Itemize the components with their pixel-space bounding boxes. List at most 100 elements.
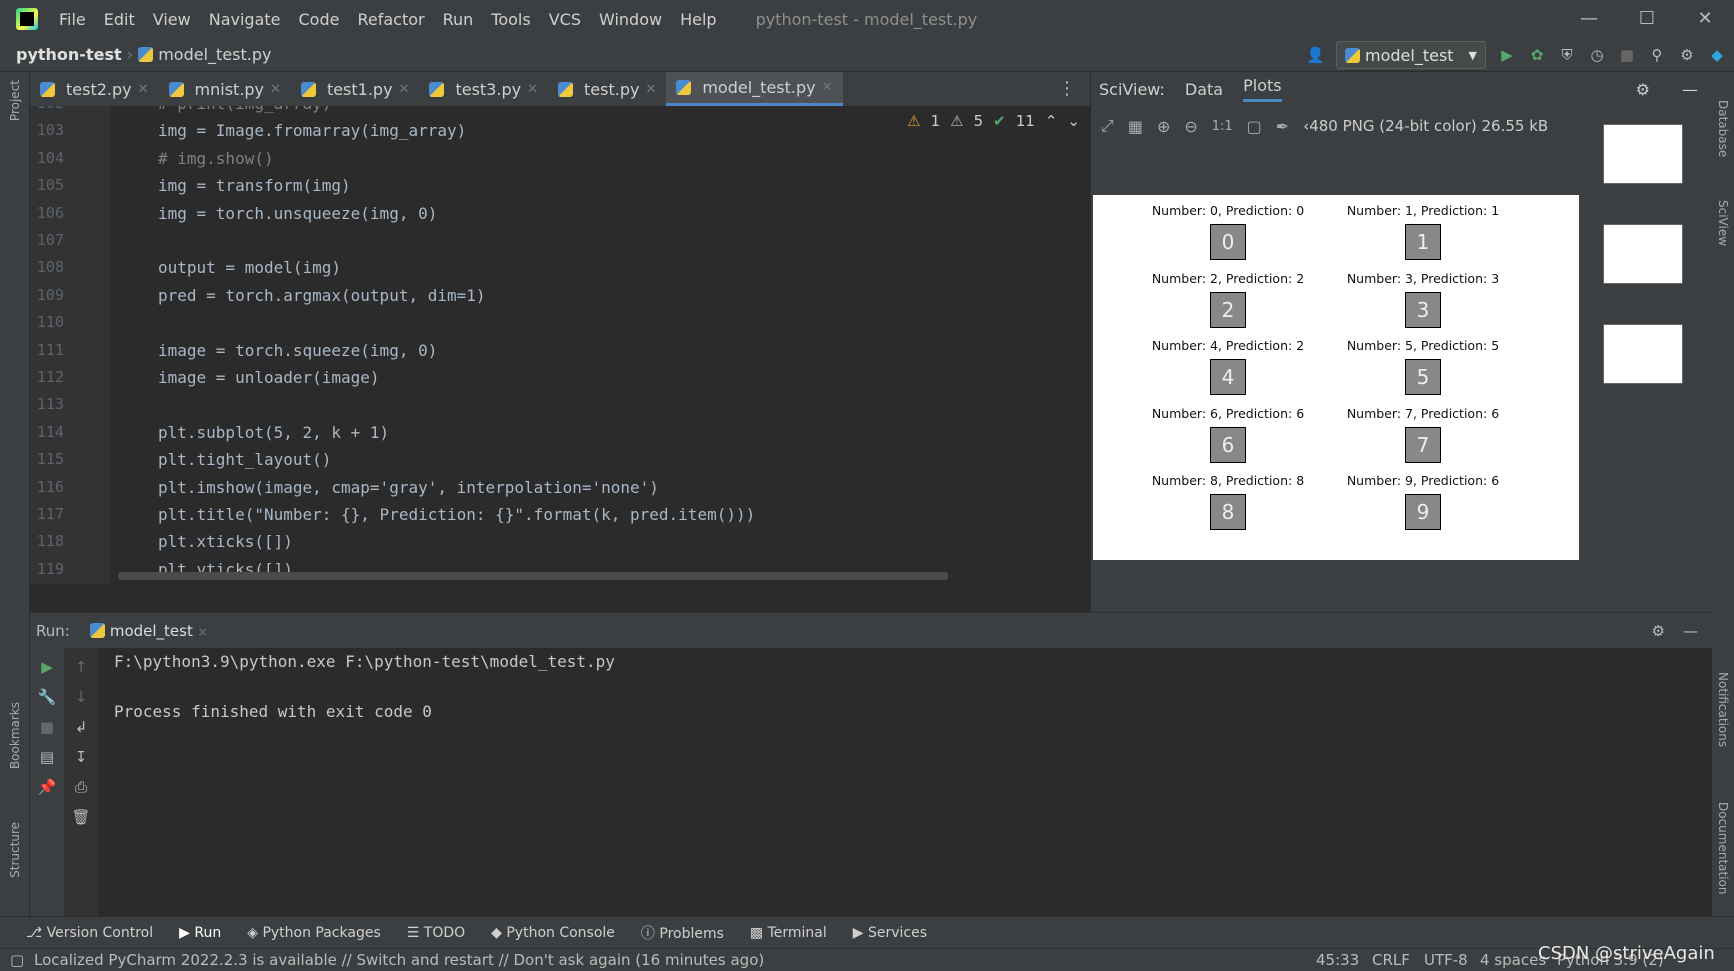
layout-icon[interactable]: ▤ xyxy=(30,748,64,766)
sciview-tool-tab[interactable]: SciView xyxy=(1716,200,1730,246)
status-panel-icon[interactable]: ▢ xyxy=(10,951,24,969)
notifications-tool-tab[interactable]: Notifications xyxy=(1716,672,1730,747)
code-line[interactable]: 117 plt.title("Number: {}, Prediction: {}… xyxy=(30,505,1090,532)
arrow-up-icon[interactable]: ↑ xyxy=(64,658,98,676)
run-icon[interactable]: ▶ xyxy=(1498,46,1516,64)
menu-file[interactable]: File xyxy=(50,10,95,29)
menu-run[interactable]: Run xyxy=(434,10,483,29)
chevron-up-icon[interactable]: ⌃ xyxy=(1045,112,1058,130)
settings-icon[interactable]: ⚙ xyxy=(1636,80,1662,99)
code-line[interactable]: 109 pred = torch.argmax(output, dim=1) xyxy=(30,286,1090,313)
hide-icon[interactable]: — xyxy=(1682,80,1712,99)
code-line[interactable]: 111 image = torch.squeeze(img, 0) xyxy=(30,341,1090,368)
status-message[interactable]: Localized PyCharm 2022.2.3 is available … xyxy=(34,951,764,969)
maximize-icon[interactable]: ☐ xyxy=(1618,0,1676,38)
line-separator[interactable]: CRLF xyxy=(1372,951,1410,969)
code-line[interactable]: 108 output = model(img) xyxy=(30,258,1090,285)
tab-mnist[interactable]: mnist.py ✕ xyxy=(159,72,291,106)
tab-test1[interactable]: test1.py ✕ xyxy=(291,72,420,106)
menu-vcs[interactable]: VCS xyxy=(540,10,590,29)
python-packages-tab[interactable]: ◈ Python Packages xyxy=(247,925,381,941)
code-line[interactable]: 113 xyxy=(30,395,1090,422)
print-icon[interactable]: ⎙ xyxy=(64,778,98,796)
code-line[interactable]: 105 img = transform(img) xyxy=(30,176,1090,203)
coverage-icon[interactable]: ⛨ xyxy=(1558,46,1576,64)
debug-icon[interactable]: ✿ xyxy=(1528,46,1546,64)
tab-model-test[interactable]: model_test.py ✕ xyxy=(666,72,843,106)
code-line[interactable]: 110 xyxy=(30,313,1090,340)
close-tab-icon[interactable]: × xyxy=(198,625,208,639)
menu-view[interactable]: View xyxy=(144,10,200,29)
plot-thumbnail-2[interactable] xyxy=(1603,224,1683,284)
version-control-tab[interactable]: ⎇ Version Control xyxy=(26,925,153,941)
run-config-dropdown[interactable]: model_test ▼ xyxy=(1336,41,1486,69)
code-line[interactable]: 115 plt.tight_layout() xyxy=(30,450,1090,477)
zoom-in-icon[interactable]: ⊕ xyxy=(1157,117,1170,136)
code-editor[interactable]: 102 # print(img_array) 103 img = Image.from… xyxy=(30,106,1090,584)
code-line[interactable]: 104 # img.show() xyxy=(30,149,1090,176)
color-picker-icon[interactable]: ✒ xyxy=(1276,117,1289,136)
minimize-icon[interactable]: — xyxy=(1560,0,1618,38)
close-tab-icon[interactable]: ✕ xyxy=(399,82,410,97)
file-encoding[interactable]: UTF-8 xyxy=(1424,951,1468,969)
stop-icon[interactable]: ■ xyxy=(30,718,64,736)
tab-test2[interactable]: test2.py ✕ xyxy=(30,72,159,106)
terminal-tab[interactable]: ▩ Terminal xyxy=(750,925,827,941)
search-icon[interactable]: ⚲ xyxy=(1648,46,1666,64)
zoom-out-icon[interactable]: ⊖ xyxy=(1184,117,1197,136)
grid-icon[interactable]: ▦ xyxy=(1128,117,1143,136)
actual-size-icon[interactable]: 1:1 xyxy=(1212,119,1233,134)
code-line[interactable]: 112 image = unloader(image) xyxy=(30,368,1090,395)
problems-tab[interactable]: ⓘ Problems xyxy=(641,923,724,943)
documentation-tool-tab[interactable]: Documentation xyxy=(1716,802,1730,895)
settings-icon[interactable]: ⚙ xyxy=(1678,46,1696,64)
breadcrumb-project[interactable]: python-test xyxy=(16,45,122,64)
horizontal-scrollbar[interactable] xyxy=(118,572,948,580)
menu-navigate[interactable]: Navigate xyxy=(200,10,290,29)
close-tab-icon[interactable]: ✕ xyxy=(270,82,281,97)
hide-icon[interactable]: — xyxy=(1683,622,1698,640)
close-icon[interactable]: ✕ xyxy=(1676,0,1734,38)
caret-position[interactable]: 45:33 xyxy=(1316,951,1359,969)
tab-plots[interactable]: Plots xyxy=(1243,76,1282,102)
close-tab-icon[interactable]: ✕ xyxy=(822,80,833,95)
code-line[interactable]: 116 plt.imshow(image, cmap='gray', interp… xyxy=(30,478,1090,505)
breadcrumb-file[interactable]: model_test.py xyxy=(158,45,271,64)
pin-icon[interactable]: 📌 xyxy=(30,778,64,796)
code-line[interactable]: 107 xyxy=(30,231,1090,258)
trash-icon[interactable]: 🗑 xyxy=(64,808,98,826)
close-tab-icon[interactable]: ✕ xyxy=(138,82,149,97)
close-tab-icon[interactable]: ✕ xyxy=(527,82,538,97)
arrow-down-icon[interactable]: ↓ xyxy=(64,688,98,706)
python-console-tab[interactable]: ◆ Python Console xyxy=(491,925,615,941)
code-line[interactable]: 114 plt.subplot(5, 2, k + 1) xyxy=(30,423,1090,450)
fit-icon[interactable]: ⤢ xyxy=(1101,116,1114,136)
code-line[interactable]: 106 img = torch.unsqueeze(img, 0) xyxy=(30,204,1090,231)
more-tabs-icon[interactable]: ⋮ xyxy=(1044,72,1090,106)
scroll-to-end-icon[interactable]: ↧ xyxy=(64,748,98,766)
project-tool-tab[interactable]: Project xyxy=(8,80,22,121)
run-tab[interactable]: model_test × xyxy=(89,622,208,640)
menu-tools[interactable]: Tools xyxy=(482,10,539,29)
bookmarks-tool-tab[interactable]: Bookmarks xyxy=(8,702,22,769)
code-line[interactable]: 118 plt.xticks([]) xyxy=(30,532,1090,559)
tab-test3[interactable]: test3.py ✕ xyxy=(419,72,548,106)
indent-setting[interactable]: 4 spaces xyxy=(1480,951,1546,969)
tab-test[interactable]: test.py ✕ xyxy=(548,72,666,106)
menu-code[interactable]: Code xyxy=(290,10,349,29)
menu-edit[interactable]: Edit xyxy=(95,10,144,29)
inspection-widget[interactable]: ⚠ 1 ⚠ 5 ✔ 11 ⌃ ⌄ xyxy=(907,112,1080,130)
stop-icon[interactable]: ■ xyxy=(1618,46,1636,64)
background-icon[interactable]: ▢ xyxy=(1247,117,1262,136)
tab-data[interactable]: Data xyxy=(1185,80,1223,99)
profile-icon[interactable]: ◷ xyxy=(1588,46,1606,64)
menu-refactor[interactable]: Refactor xyxy=(348,10,433,29)
user-icon[interactable]: 👤 xyxy=(1306,46,1325,64)
chevron-down-icon[interactable]: ⌄ xyxy=(1067,112,1080,130)
settings-icon[interactable]: ⚙ xyxy=(1652,622,1665,640)
structure-tool-tab[interactable]: Structure xyxy=(8,822,22,878)
plot-thumbnail-3[interactable] xyxy=(1603,324,1683,384)
wrench-icon[interactable]: 🔧 xyxy=(30,688,64,706)
menu-window[interactable]: Window xyxy=(590,10,671,29)
plot-thumbnail-1[interactable] xyxy=(1603,124,1683,184)
